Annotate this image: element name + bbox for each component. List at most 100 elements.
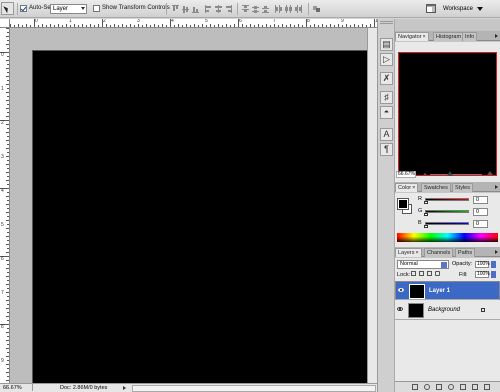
layer-row-background[interactable]: Background	[395, 301, 500, 320]
horizontal-scrollbar[interactable]	[132, 385, 376, 392]
tab-swatches[interactable]: Swatches	[421, 183, 451, 192]
ruler-tick	[142, 25, 143, 27]
opacity-slider-button[interactable]	[491, 261, 496, 268]
blue-gradient-bar[interactable]	[425, 222, 469, 225]
slider-knob[interactable]	[424, 201, 428, 204]
ruler-label: 4	[1, 188, 4, 194]
tab-layers[interactable]: Layers×	[395, 248, 422, 257]
navigator-preview[interactable]	[398, 52, 497, 176]
green-value-field[interactable]: 0	[473, 208, 488, 216]
slider-knob[interactable]	[447, 171, 453, 176]
workspace-menu-button[interactable]: Workspace	[443, 4, 483, 14]
show-transform-checkbox[interactable]	[93, 5, 100, 12]
distribute-left-edges-icon[interactable]	[275, 5, 282, 13]
lock-position-icon[interactable]	[427, 271, 432, 276]
ruler-tick	[6, 268, 9, 269]
align-top-edges-icon[interactable]	[172, 5, 179, 13]
trash-icon[interactable]	[484, 384, 490, 390]
zoom-level[interactable]: 66.67%	[3, 385, 22, 391]
lock-all-icon[interactable]	[435, 271, 440, 276]
dock-grip[interactable]	[380, 21, 393, 24]
ruler-origin[interactable]	[0, 19, 10, 28]
foreground-color-swatch[interactable]	[397, 198, 409, 210]
brushes-panel-icon[interactable]: ♯	[380, 91, 393, 104]
document-canvas[interactable]	[33, 51, 374, 389]
tab-info[interactable]: Info	[462, 32, 478, 41]
ruler-tick	[6, 308, 9, 309]
layer-name[interactable]: Layer 1	[429, 288, 450, 295]
panel-menu-icon[interactable]	[493, 184, 499, 190]
distribute-vertical-centers-icon[interactable]	[252, 5, 259, 13]
navigator-zoom-field[interactable]: 66.67%	[396, 171, 416, 178]
add-mask-icon[interactable]	[436, 384, 442, 390]
close-icon[interactable]: ×	[412, 185, 415, 191]
character-panel-icon[interactable]: A	[380, 128, 393, 141]
align-right-edges-icon[interactable]	[225, 5, 232, 13]
history-panel-icon[interactable]: ▤	[380, 38, 393, 51]
layer-style-icon[interactable]	[424, 384, 430, 390]
horizontal-ruler[interactable]: 012345678910	[10, 19, 377, 28]
green-gradient-bar[interactable]	[425, 210, 469, 213]
layer-row-layer-1[interactable]: Layer 1	[395, 281, 500, 300]
blend-mode-dropdown[interactable]: Normal	[397, 260, 449, 269]
ruler-tick	[162, 24, 163, 27]
close-icon[interactable]: ×	[416, 250, 419, 256]
slider-knob[interactable]	[424, 213, 428, 216]
workspace-icon[interactable]	[426, 4, 436, 13]
paragraph-panel-icon[interactable]: ¶	[380, 143, 393, 156]
distribute-top-edges-icon[interactable]	[242, 5, 249, 13]
slider-knob[interactable]	[424, 225, 428, 228]
link-layers-icon[interactable]	[412, 384, 418, 390]
vertical-scrollbar[interactable]	[367, 28, 377, 383]
lock-image-pixels-icon[interactable]	[419, 271, 424, 276]
ruler-tick	[6, 300, 9, 301]
tab-paths[interactable]: Paths	[455, 248, 476, 257]
distribute-bottom-edges-icon[interactable]	[262, 5, 269, 13]
actions-panel-icon[interactable]: ▷	[380, 53, 393, 66]
distribute-right-edges-icon[interactable]	[295, 5, 302, 13]
distribute-horizontal-centers-icon[interactable]	[285, 5, 292, 13]
red-value-field[interactable]: 0	[473, 196, 488, 204]
eye-icon[interactable]	[398, 288, 404, 292]
panel-dock-iconic: ▤ ▷ ✗ ♯ ◓ A ¶	[377, 19, 395, 392]
tab-histogram[interactable]: Histogram	[433, 32, 465, 41]
lock-transparent-pixels-icon[interactable]	[411, 271, 416, 276]
tab-navigator[interactable]: Navigator×	[395, 32, 429, 41]
zoom-out-icon[interactable]	[422, 172, 428, 176]
align-bottom-edges-icon[interactable]	[192, 5, 199, 13]
clone-source-icon[interactable]: ◓	[380, 106, 393, 119]
ruler-tick	[6, 372, 9, 373]
ruler-tick	[6, 164, 9, 165]
fill-field[interactable]: 100%	[475, 271, 490, 278]
panel-menu-icon[interactable]	[493, 249, 499, 255]
new-group-icon[interactable]	[460, 384, 466, 390]
align-vertical-centers-icon[interactable]	[182, 5, 189, 13]
new-layer-icon[interactable]	[472, 384, 478, 390]
eye-icon[interactable]	[397, 307, 403, 311]
auto-select-checkbox[interactable]	[20, 5, 27, 12]
panel-menu-icon[interactable]	[493, 33, 499, 39]
fill-slider-button[interactable]	[491, 271, 496, 278]
status-menu-icon[interactable]	[123, 386, 126, 390]
vertical-ruler[interactable]: 012345678910	[0, 28, 10, 383]
ruler-tick	[254, 25, 255, 27]
tab-styles[interactable]: Styles	[452, 183, 473, 192]
tool-presets-icon[interactable]: ✗	[380, 72, 393, 85]
align-left-edges-icon[interactable]	[205, 5, 212, 13]
color-ramp[interactable]	[397, 233, 498, 242]
close-icon[interactable]: ×	[423, 34, 426, 40]
blue-value-field[interactable]: 0	[473, 220, 488, 228]
adjustment-layer-icon[interactable]	[448, 384, 454, 390]
auto-select-target-dropdown[interactable]: Layer	[50, 4, 87, 14]
tab-color[interactable]: Color×	[395, 183, 419, 192]
navigator-zoom-slider[interactable]	[430, 174, 482, 175]
zoom-in-icon[interactable]	[487, 171, 493, 175]
ruler-tick	[7, 296, 9, 297]
align-horizontal-centers-icon[interactable]	[215, 5, 222, 13]
opacity-field[interactable]: 100%	[475, 261, 490, 268]
auto-align-layers-icon[interactable]	[313, 5, 320, 13]
red-gradient-bar[interactable]	[425, 198, 469, 201]
tool-preset-picker[interactable]	[1, 2, 14, 15]
layer-name[interactable]: Background	[428, 307, 460, 314]
tab-channels[interactable]: Channels	[424, 248, 454, 257]
